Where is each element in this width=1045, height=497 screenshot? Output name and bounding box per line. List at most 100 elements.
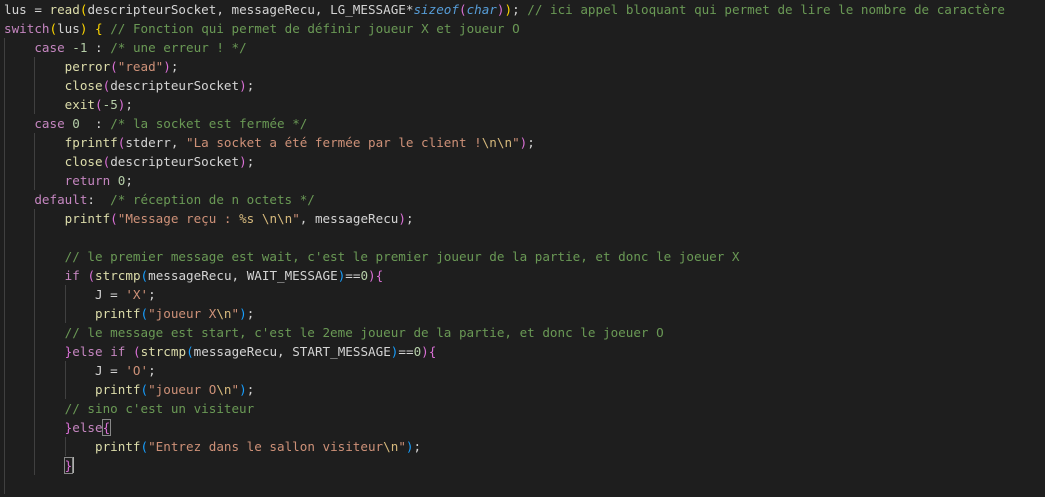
code-line[interactable] — [4, 228, 1042, 247]
code-token: " — [231, 306, 240, 321]
code-token: ( — [140, 382, 149, 397]
code-line[interactable]: default: /* réception de n octets */ — [4, 190, 1042, 209]
code-line[interactable]: printf("Message reçu : %s \n\n", message… — [4, 209, 1042, 228]
code-token: ( — [110, 59, 118, 74]
code-area[interactable]: lus = read(descripteurSocket, messageRec… — [4, 0, 1042, 497]
code-token: "joueur O — [148, 382, 217, 397]
code-line[interactable]: }else if (strcmp(messageRecu, START_MESS… — [4, 342, 1042, 361]
code-token: /* une erreur ! */ — [110, 40, 247, 55]
code-token: "La socket a été fermée par le client ! — [186, 135, 482, 150]
code-token: fprintf — [64, 135, 118, 150]
code-token: -5 — [102, 97, 118, 112]
code-line[interactable]: // le message est start, c'est le 2eme j… — [4, 323, 1042, 342]
code-token: \n\n — [481, 135, 513, 150]
code-line[interactable]: } — [4, 456, 1042, 475]
code-token: { — [101, 419, 112, 436]
code-token: ) — [239, 78, 247, 93]
code-token: descripteurSocket — [110, 78, 240, 93]
code-line[interactable]: printf("joueur O\n"); — [4, 380, 1042, 399]
code-line[interactable]: if (strcmp(messageRecu, WAIT_MESSAGE)==0… — [4, 266, 1042, 285]
code-line[interactable]: exit(-5); — [4, 95, 1042, 114]
code-token: ) — [239, 306, 247, 321]
code-token: // le premier message est wait, c'est le… — [64, 249, 740, 264]
code-token: } — [63, 457, 74, 474]
code-token: ) — [163, 59, 171, 74]
code-token: ( — [140, 439, 149, 454]
code-token: ; — [148, 287, 156, 302]
code-token: ( — [95, 97, 103, 112]
code-line[interactable]: }else{ — [4, 418, 1042, 437]
code-token: 0 — [72, 116, 80, 131]
code-token: { — [375, 268, 384, 283]
code-token: ; — [246, 154, 255, 169]
code-token: ) — [239, 154, 247, 169]
code-token: descripteurSocket, messageRecu, LG_MESSA… — [87, 2, 414, 17]
code-line[interactable]: case -1 : /* une erreur ! */ — [4, 38, 1042, 57]
code-token: ) — [368, 268, 376, 283]
code-token: printf — [95, 382, 141, 397]
code-line[interactable]: J = 'O'; — [4, 361, 1042, 380]
code-line[interactable]: printf("Entrez dans le sallon visiteur\n… — [4, 437, 1042, 456]
code-token: " — [398, 439, 406, 454]
code-token: { — [95, 21, 103, 36]
code-line[interactable]: case 0 : /* la socket est fermée */ — [4, 114, 1042, 133]
code-token: // le message est start, c'est le 2eme j… — [64, 325, 664, 340]
code-token: 'X' — [125, 287, 149, 302]
code-line[interactable]: close(descripteurSocket); — [4, 152, 1042, 171]
code-token: \n — [216, 382, 232, 397]
code-token: /* la socket est fermée */ — [110, 116, 308, 131]
code-token: ( — [110, 211, 118, 226]
code-token: strcmp — [95, 268, 141, 283]
code-line[interactable]: fprintf(stderr, "La socket a été fermée … — [4, 133, 1042, 152]
code-line[interactable]: return 0; — [4, 171, 1042, 190]
code-token: , messageRecu — [299, 211, 399, 226]
code-token: ( — [87, 268, 96, 283]
code-token: if — [110, 344, 126, 359]
code-token: " — [512, 135, 520, 150]
code-token: " — [231, 382, 240, 397]
code-token: // ici appel bloquant qui permet de lire… — [527, 2, 1005, 17]
code-line[interactable]: close(descripteurSocket); — [4, 76, 1042, 95]
code-line[interactable] — [4, 475, 1042, 494]
code-token: ; — [405, 211, 414, 226]
code-token: : — [87, 192, 111, 207]
code-token: // sino c'est un visiteur — [64, 401, 255, 416]
code-token: "read" — [117, 59, 164, 74]
code-token: "Message reçu : — [117, 211, 240, 226]
code-token: ( — [49, 21, 58, 36]
code-token: 'O' — [125, 363, 149, 378]
code-line[interactable]: lus = read (descripteurSocket, messageRec… — [4, 0, 1042, 19]
code-token: ( — [186, 344, 194, 359]
code-line[interactable]: printf("joueur X\n"); — [4, 304, 1042, 323]
code-line[interactable]: switch(lus) { // Fonction qui permet de … — [4, 19, 1042, 38]
code-token: stderr, — [125, 135, 187, 150]
code-line[interactable]: perror("read"); — [4, 57, 1042, 76]
code-token: J = — [95, 363, 126, 378]
code-token: close — [64, 154, 103, 169]
code-token: == — [345, 268, 361, 283]
code-line[interactable]: // sino c'est un visiteur — [4, 399, 1042, 418]
code-token: lus = — [4, 2, 50, 17]
code-token: ( — [140, 306, 149, 321]
code-token: close — [64, 78, 103, 93]
code-line[interactable]: J = 'X'; — [4, 285, 1042, 304]
code-token: lus — [57, 21, 80, 36]
code-line[interactable]: // le premier message est wait, c'est le… — [4, 247, 1042, 266]
code-token: ) — [239, 382, 247, 397]
code-editor[interactable]: lus = read(descripteurSocket, messageRec… — [0, 0, 1045, 497]
